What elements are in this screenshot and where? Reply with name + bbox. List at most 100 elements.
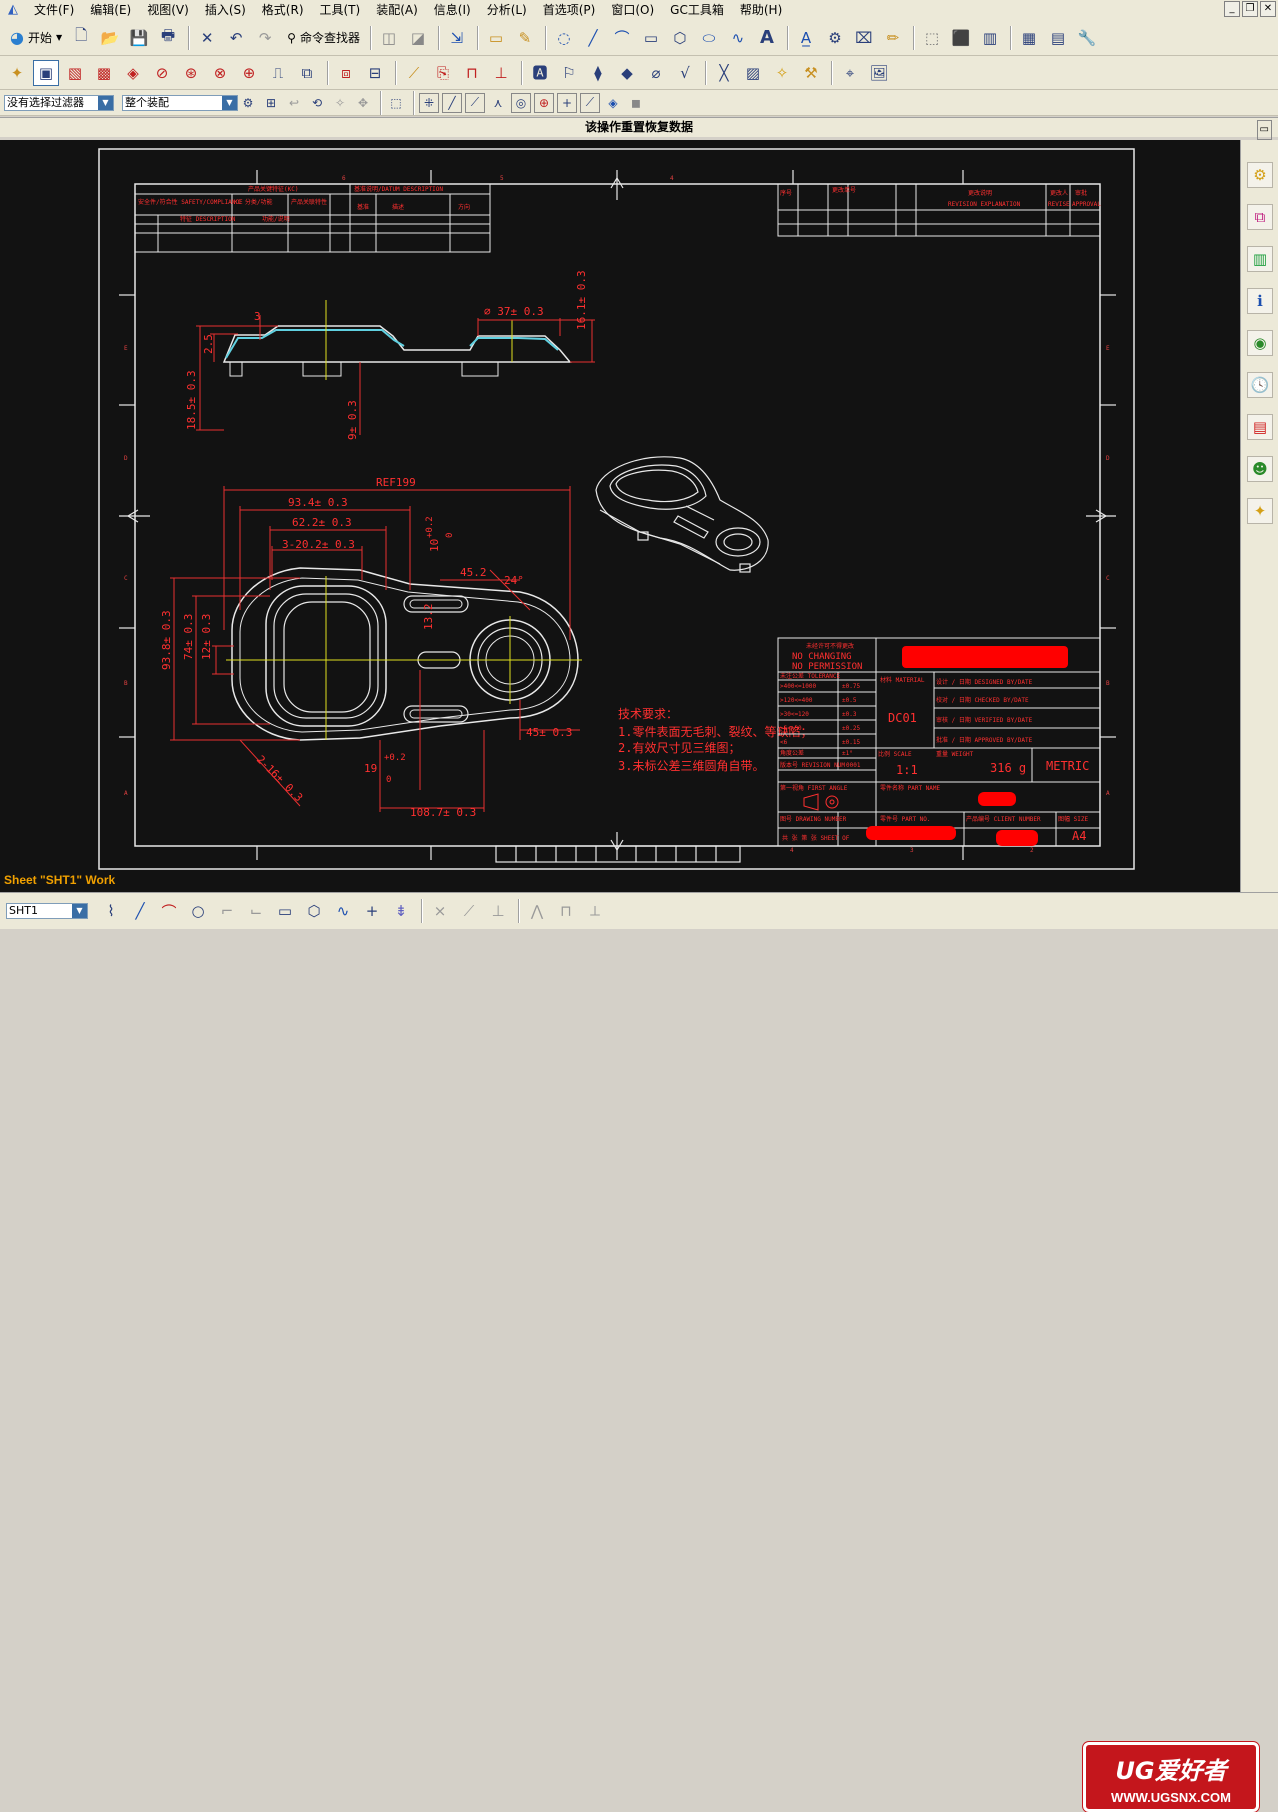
drafting-view-icon[interactable]: ⌧ (851, 25, 877, 51)
minimize-button[interactable]: _ (1224, 1, 1240, 17)
quick-trim-icon[interactable]: ⨯ (427, 898, 453, 924)
selection-icon[interactable]: ⇲ (444, 25, 470, 51)
parts-list-icon[interactable]: ▤ (1045, 25, 1071, 51)
snap-face-icon[interactable]: ◈ (603, 93, 623, 113)
measure-icon[interactable]: ▭ (483, 25, 509, 51)
snap-midpoint-icon[interactable]: ╱ (442, 92, 462, 113)
annotation-text-icon[interactable]: A̲ (793, 25, 819, 51)
offset-curve-icon[interactable]: ⇟ (388, 898, 414, 924)
constraint-navigator-icon[interactable]: ⧉ (1247, 204, 1273, 230)
weld-icon[interactable]: ⌀ (643, 60, 669, 86)
hammer-icon[interactable]: ⚒ (798, 60, 824, 86)
new-file-icon[interactable]: 🗋 (68, 25, 94, 51)
break-line-icon[interactable]: ⎍ (265, 60, 291, 86)
image-icon[interactable]: 🖼 (866, 60, 892, 86)
polygon-icon[interactable]: ⬡ (667, 25, 693, 51)
snap-control-icon[interactable]: ⟋ (465, 92, 485, 113)
detail-view-icon[interactable]: ◈ (120, 60, 146, 86)
constraints-icon[interactable]: ⊓ (553, 898, 579, 924)
rectangle-select-icon[interactable]: ⬚ (386, 93, 406, 113)
sheet-select[interactable]: SHT1 ▼ (6, 903, 88, 919)
note-icon[interactable]: 🅰 (527, 60, 553, 86)
profile-icon[interactable]: ⌇ (98, 898, 124, 924)
crosshatch-icon[interactable]: ╳ (711, 60, 737, 86)
snap-quadrant-icon[interactable]: ⊕ (534, 92, 554, 113)
shade-icon[interactable]: ◪ (405, 25, 431, 51)
menu-gc-toolbox[interactable]: GC工具箱 (662, 0, 732, 20)
menu-window[interactable]: 窗口(O) (603, 0, 662, 20)
dimension-icon[interactable]: ⎘ (430, 60, 456, 86)
nx-app-icon[interactable]: ◭ (4, 2, 22, 18)
redo-icon[interactable]: ↷ (252, 25, 278, 51)
edit-pencil-icon[interactable]: ✏ (880, 25, 906, 51)
menu-help[interactable]: 帮助(H) (732, 0, 790, 20)
snap-on-curve-icon[interactable]: ⟋ (580, 92, 600, 113)
menu-tools[interactable]: 工具(T) (312, 0, 369, 20)
close-button[interactable]: ✕ (1260, 1, 1276, 17)
line-icon[interactable]: ╱ (580, 25, 606, 51)
rotate-icon[interactable]: ⟲ (307, 93, 327, 113)
palette-icon[interactable]: ▤ (1247, 414, 1273, 440)
point-icon[interactable]: + (359, 898, 385, 924)
mirror-icon[interactable]: ⋀ (524, 898, 550, 924)
hd3d-tools-icon[interactable]: ℹ (1247, 288, 1273, 314)
line-icon[interactable]: ╱ (127, 898, 153, 924)
menu-insert[interactable]: 插入(S) (197, 0, 254, 20)
system-scenes-icon[interactable]: ✦ (1247, 498, 1273, 524)
menu-view[interactable]: 视图(V) (139, 0, 197, 20)
rectangle-icon[interactable]: ▭ (272, 898, 298, 924)
circle-icon[interactable]: ○ (185, 898, 211, 924)
ellipse-icon[interactable]: ⬭ (696, 25, 722, 51)
pencil-icon[interactable]: ✎ (512, 25, 538, 51)
broken-view-icon[interactable]: ⊕ (236, 60, 262, 86)
print-icon[interactable]: 🖶 (155, 25, 181, 51)
base-view-icon[interactable]: ▧ (62, 60, 88, 86)
symbol-icon[interactable]: ✧ (769, 60, 795, 86)
surface-finish-icon[interactable]: √ (672, 60, 698, 86)
section-icon[interactable]: ▥ (977, 25, 1003, 51)
centerline-icon[interactable]: ⟋ (401, 60, 427, 86)
cube-icon[interactable]: ⬚ (919, 25, 945, 51)
view-boundary-icon[interactable]: ⧉ (294, 60, 320, 86)
fillet-icon[interactable]: ⌐ (214, 898, 240, 924)
filter-settings-icon[interactable]: ⚙ (238, 93, 258, 113)
arc-icon[interactable]: ⌒ (156, 898, 182, 924)
feature-control-icon[interactable]: ⚐ (556, 60, 582, 86)
wrench-icon[interactable]: 🔧 (1074, 25, 1100, 51)
reuse-library-icon[interactable]: ▥ (1247, 246, 1273, 272)
history-icon[interactable]: 🕓 (1247, 372, 1273, 398)
ordinate-icon[interactable]: ⊓ (459, 60, 485, 86)
delete-icon[interactable]: ✕ (194, 25, 220, 51)
open-folder-icon[interactable]: 📂 (97, 25, 123, 51)
crosshair-icon[interactable]: ⌖ (837, 60, 863, 86)
snap-center-icon[interactable]: ◎ (511, 92, 531, 113)
edit-sheet-icon[interactable]: ▣ (33, 59, 59, 86)
cue-line-handle-icon[interactable]: ▭ (1256, 120, 1272, 140)
area-fill-icon[interactable]: ▨ (740, 60, 766, 86)
assembly-navigator-icon[interactable]: ⚙ (1247, 162, 1273, 188)
roles-icon[interactable]: ☻ (1247, 456, 1273, 482)
text-icon[interactable]: A (754, 25, 780, 51)
menu-preferences[interactable]: 首选项(P) (535, 0, 604, 20)
menu-format[interactable]: 格式(R) (254, 0, 312, 20)
spline-icon[interactable]: ∿ (725, 25, 751, 51)
point-on-curve-icon[interactable]: ◌ (551, 25, 577, 51)
start-button[interactable]: ◕ 开始 ▼ (4, 28, 68, 47)
snap-icon[interactable]: ✧ (330, 93, 350, 113)
view-style-icon[interactable]: ⊟ (362, 60, 388, 86)
solid-icon[interactable]: ⬛ (948, 25, 974, 51)
auto-constrain-icon[interactable]: ⟂ (582, 898, 608, 924)
polygon-icon[interactable]: ⬡ (301, 898, 327, 924)
menu-edit[interactable]: 编辑(E) (82, 0, 139, 20)
update-view-icon[interactable]: ⧈ (333, 60, 359, 86)
selection-scope-select[interactable]: 整个装配 ▼ (122, 94, 238, 111)
datum-target-icon[interactable]: ◆ (614, 60, 640, 86)
select-all-icon[interactable]: ⊞ (261, 93, 281, 113)
snap-intersection-icon[interactable]: ⋏ (488, 93, 508, 113)
datum-icon[interactable]: ⊥ (488, 60, 514, 86)
save-icon[interactable]: 💾 (126, 25, 152, 51)
half-section-icon[interactable]: ⊛ (178, 60, 204, 86)
arc-icon[interactable]: ⌒ (609, 25, 635, 51)
section-view-icon[interactable]: ⊘ (149, 60, 175, 86)
command-finder-button[interactable]: ⚲ 命令查找器 (281, 29, 366, 46)
